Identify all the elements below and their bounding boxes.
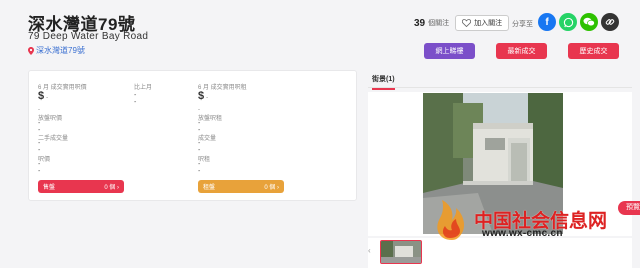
rent-pill-count: 0 個 › bbox=[264, 185, 279, 191]
watermark-logo bbox=[437, 200, 464, 240]
page: 深水灣道79號 79 Deep Water Bay Road 深水灣道79號 3… bbox=[0, 0, 640, 268]
sale-listing-label: 放盤呎價 bbox=[38, 116, 63, 122]
online-viewing-button[interactable]: 網上睇樓 bbox=[424, 43, 475, 59]
photo-tabs: 街景(1) bbox=[368, 70, 632, 90]
sale-count-label: 二手成交量 bbox=[38, 136, 69, 142]
whatsapp-icon[interactable] bbox=[559, 13, 577, 31]
follow-count-label: 個關注 bbox=[428, 20, 450, 27]
sale-listing-value: -- bbox=[38, 120, 41, 134]
map-pin-icon bbox=[28, 46, 34, 55]
rent-price2-value: -- bbox=[198, 161, 201, 175]
sale-pill-label: 售盤 bbox=[43, 185, 56, 191]
link-icon[interactable] bbox=[601, 13, 619, 31]
rent-count-value: -- bbox=[198, 140, 201, 154]
follow-count: 39 bbox=[414, 17, 426, 29]
history-transactions-button[interactable]: 歷史成交 bbox=[568, 43, 619, 59]
follow-button[interactable]: 加入關注 bbox=[455, 15, 510, 31]
sale-price2-value: -- bbox=[38, 161, 41, 175]
rent-listing-label: 放盤呎租 bbox=[198, 116, 223, 122]
rent-price: $ -- bbox=[198, 90, 209, 113]
wechat-icon[interactable] bbox=[580, 13, 598, 31]
sale-count-value: -- bbox=[38, 140, 41, 154]
page-subtitle: 79 Deep Water Bay Road bbox=[28, 31, 149, 42]
rent-listings-button[interactable]: 租盤 0 個 › bbox=[198, 180, 284, 193]
tab-street-view[interactable]: 街景(1) bbox=[372, 74, 395, 90]
sale-pill-count: 0 個 › bbox=[104, 185, 119, 191]
sale-listings-button[interactable]: 售盤 0 個 › bbox=[38, 180, 124, 193]
follow-button-label: 加入關注 bbox=[474, 20, 503, 27]
facebook-icon[interactable]: f bbox=[538, 13, 556, 31]
location-label: 深水灣道79號 bbox=[36, 46, 85, 55]
compare-value: - - bbox=[134, 92, 137, 106]
heart-icon bbox=[462, 19, 472, 27]
rent-pill-label: 租盤 bbox=[203, 185, 216, 191]
follow-group: 39 個關注 加入關注 bbox=[414, 15, 510, 31]
sale-price: $ -- bbox=[38, 90, 49, 113]
rent-listing-value: -- bbox=[198, 120, 201, 134]
share-label: 分享至 bbox=[512, 21, 533, 28]
stats-card: 6 月 成交實用呎價 $ -- 比上月 - - 放盤呎價 -- 二手成交量 -- … bbox=[28, 70, 357, 201]
photo-thumbnail[interactable] bbox=[380, 240, 422, 264]
compare-label: 比上月 bbox=[134, 85, 153, 91]
latest-transactions-button[interactable]: 最新成交 bbox=[496, 43, 547, 59]
watermark-url: www.wx-cmc.cn bbox=[482, 228, 563, 239]
preview-side-tab[interactable]: 預覽 bbox=[618, 201, 640, 215]
rent-count-label: 成交量 bbox=[198, 136, 217, 142]
prev-arrow-icon[interactable]: ‹ bbox=[368, 246, 371, 255]
location-link[interactable]: 深水灣道79號 bbox=[28, 45, 85, 56]
